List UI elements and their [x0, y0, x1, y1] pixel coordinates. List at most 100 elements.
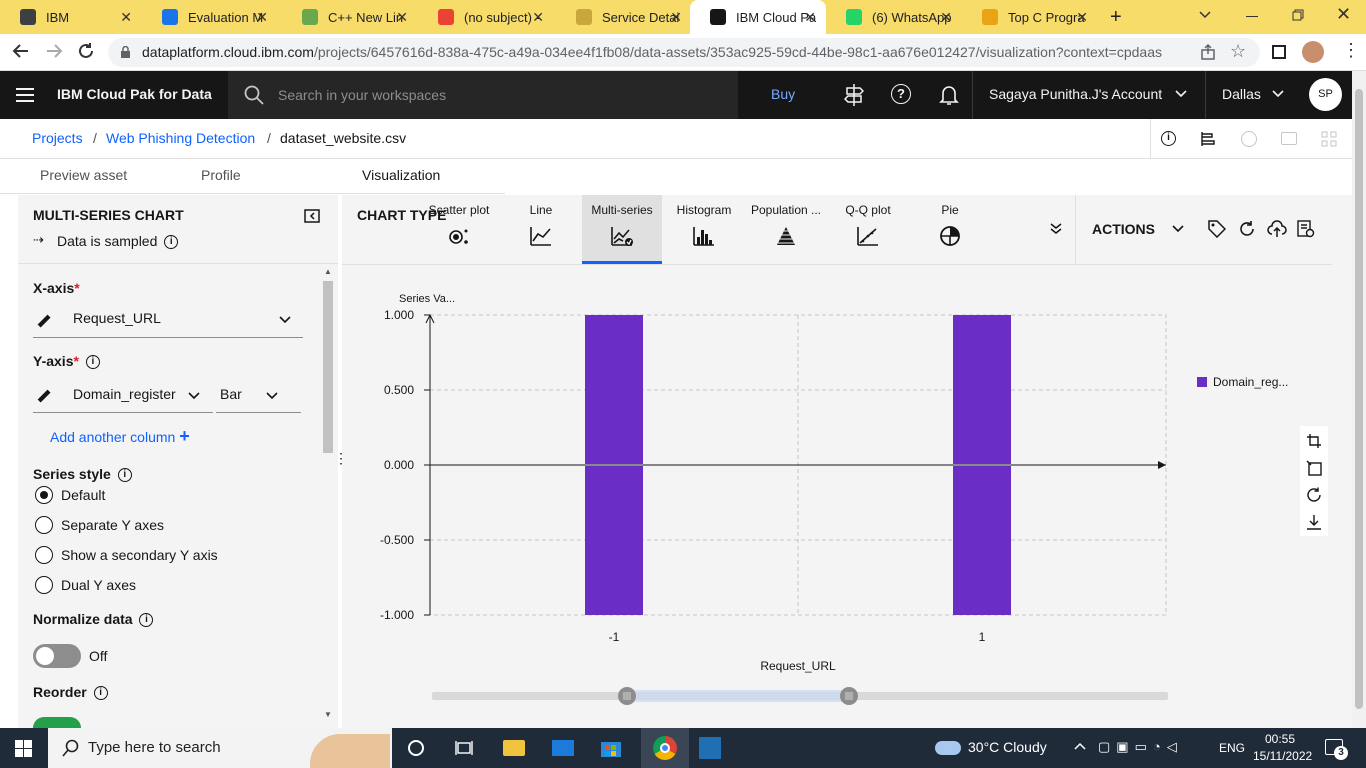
reorder-toggle[interactable]	[33, 717, 81, 728]
chart-type-pie[interactable]: Pie	[910, 195, 990, 264]
series-style-option-label[interactable]: Separate Y axes	[61, 517, 164, 533]
url-field[interactable]: dataplatform.cloud.ibm.com/projects/6457…	[108, 38, 1260, 67]
bookmark-star-icon[interactable]: ☆	[1230, 41, 1246, 62]
photos-icon[interactable]	[699, 737, 721, 759]
tab-close-icon[interactable]: ✕	[256, 9, 268, 26]
info-icon[interactable]: i	[1161, 131, 1176, 146]
buy-link[interactable]: Buy	[771, 86, 795, 102]
panel-scrollbar[interactable]: ▲ ▼	[321, 267, 334, 722]
workspace-search-input[interactable]: Search in your workspaces	[228, 71, 738, 119]
tab-close-icon[interactable]: ✕	[532, 9, 544, 26]
tray-icons[interactable]: ▢▣▭◔◁	[1098, 739, 1183, 755]
breadcrumb-projects[interactable]: Projects	[32, 130, 83, 146]
notification-bell-icon[interactable]	[939, 84, 959, 106]
undo-zoom-icon[interactable]	[1306, 460, 1322, 476]
lock-icon[interactable]	[120, 46, 131, 59]
tab-visualization[interactable]: Visualization	[362, 167, 440, 183]
chart-type-multi-series[interactable]: Multi-series	[582, 195, 662, 264]
browser-tab[interactable]: IBM Cloud Pa ✕	[690, 0, 826, 34]
lineage-icon[interactable]	[1200, 131, 1216, 147]
browser-tab[interactable]: (6) WhatsApp ✕	[826, 0, 962, 34]
close-window-icon[interactable]: ✕	[1336, 4, 1351, 25]
download-icon[interactable]	[1306, 514, 1322, 530]
browser-tab[interactable]: Evaluation M ✕	[142, 0, 278, 34]
chart-type-population[interactable]: Population ...	[746, 195, 826, 264]
crop-icon[interactable]	[1306, 433, 1322, 449]
tab-close-icon[interactable]: ✕	[670, 9, 682, 26]
browser-tab[interactable]: (no subject) - ✕	[418, 0, 554, 34]
upload-cloud-icon[interactable]	[1267, 220, 1287, 238]
file-explorer-icon[interactable]	[503, 740, 525, 756]
region-switcher[interactable]: Dallas	[1205, 71, 1295, 119]
tag-icon[interactable]	[1208, 220, 1226, 238]
series-style-option-label[interactable]: Default	[61, 487, 105, 503]
profile-avatar-icon[interactable]	[1302, 41, 1324, 63]
xaxis-select[interactable]: ▬ Request_URL	[31, 301, 303, 338]
store-icon[interactable]	[600, 738, 622, 758]
reset-icon[interactable]	[1306, 487, 1322, 503]
info-icon[interactable]: i	[85, 355, 100, 370]
scroll-down-icon[interactable]: ▼	[324, 710, 332, 719]
tab-close-icon[interactable]: ✕	[120, 9, 132, 26]
add-column-link[interactable]: Add another column +	[50, 426, 190, 447]
tab-profile[interactable]: Profile	[201, 167, 241, 183]
windows-start-icon[interactable]	[15, 740, 32, 757]
breadcrumb-project[interactable]: Web Phishing Detection	[106, 130, 255, 146]
signpost-icon[interactable]	[844, 84, 864, 106]
tab-close-icon[interactable]: ✕	[940, 9, 952, 26]
browser-tab[interactable]: Top C Progra ✕	[962, 0, 1098, 34]
clock-time[interactable]: 00:55	[1265, 732, 1295, 746]
chart-type-histogram[interactable]: Histogram	[664, 195, 744, 264]
series-type-select[interactable]: Bar	[216, 377, 301, 413]
page-scrollbar-thumb[interactable]	[1355, 89, 1363, 709]
series-style-option-label[interactable]: Show a secondary Y axis	[61, 547, 218, 563]
browser-tab[interactable]: C++ New Lin ✕	[282, 0, 418, 34]
chrome-icon[interactable]	[641, 728, 689, 768]
collapse-panel-icon[interactable]	[304, 209, 320, 223]
sidepanel-icon[interactable]	[1272, 45, 1286, 59]
back-icon[interactable]	[12, 42, 30, 60]
share-icon[interactable]	[1200, 44, 1216, 60]
series-style-radio[interactable]	[35, 546, 53, 564]
chart-type-scatter-plot[interactable]: Scatter plot	[419, 195, 499, 264]
reload-icon[interactable]	[77, 42, 95, 60]
series-style-radio[interactable]	[35, 576, 53, 594]
tab-search-icon[interactable]	[1198, 7, 1212, 21]
series-style-radio[interactable]	[35, 516, 53, 534]
tab-close-icon[interactable]: ✕	[396, 9, 408, 26]
clock-date[interactable]: 15/11/2022	[1253, 749, 1312, 763]
series-style-option-label[interactable]: Dual Y axes	[61, 577, 136, 593]
minimize-icon[interactable]	[1246, 16, 1258, 17]
info-icon[interactable]: i	[139, 613, 154, 628]
tab-close-icon[interactable]: ✕	[1076, 9, 1088, 26]
page-scrollbar[interactable]	[1352, 71, 1366, 728]
cortana-icon[interactable]	[408, 740, 424, 756]
taskbar-search-input[interactable]: Type here to search	[48, 728, 392, 768]
report-settings-icon[interactable]	[1297, 220, 1315, 238]
info-icon[interactable]: i	[117, 468, 132, 483]
task-view-icon[interactable]	[455, 740, 473, 756]
info-icon[interactable]: i	[164, 235, 179, 250]
browser-tab[interactable]: IBM ✕	[0, 0, 142, 34]
mail-icon[interactable]	[552, 740, 574, 756]
comment-icon[interactable]	[1281, 132, 1297, 145]
product-name[interactable]: IBM Cloud Pak for Data	[57, 86, 212, 102]
history-icon[interactable]	[1241, 131, 1257, 147]
user-avatar[interactable]: SP	[1309, 78, 1342, 111]
weather-text[interactable]: 30°C Cloudy	[968, 739, 1047, 755]
account-switcher[interactable]: Sagaya Punitha.J's Account	[972, 71, 1204, 119]
more-chart-types-icon[interactable]	[1050, 223, 1062, 235]
chart-type-q-q-plot[interactable]: Q-Q plot	[828, 195, 908, 264]
refresh-icon[interactable]	[1238, 220, 1256, 238]
help-icon[interactable]: ?	[891, 84, 911, 104]
browser-tab[interactable]: Service Detai ✕	[556, 0, 692, 34]
apps-icon[interactable]	[1321, 131, 1337, 147]
series-style-radio[interactable]	[35, 486, 53, 504]
actions-menu[interactable]: ACTIONS	[1092, 221, 1155, 237]
yaxis-select[interactable]: ▬ Domain_register	[31, 377, 213, 413]
range-slider-selection[interactable]	[627, 690, 849, 702]
tab-close-icon[interactable]: ✕	[804, 9, 816, 26]
tab-preview-asset[interactable]: Preview asset	[40, 167, 127, 183]
restore-icon[interactable]	[1292, 9, 1304, 21]
info-icon[interactable]: i	[93, 686, 108, 701]
